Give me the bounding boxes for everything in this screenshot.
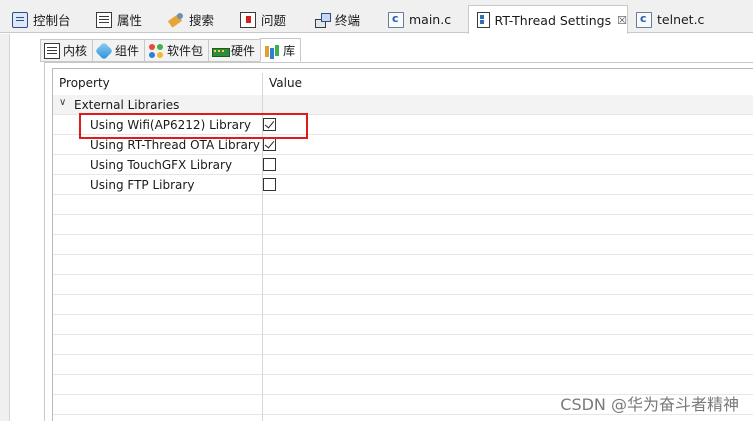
subtab-packages[interactable]: 软件包 (144, 39, 209, 62)
empty-row (53, 215, 753, 235)
row-label: Using FTP Library (90, 178, 195, 192)
chevron-down-icon[interactable]: ∨ (59, 97, 66, 108)
tab-search[interactable]: 搜索 (160, 6, 214, 33)
subtab-components[interactable]: 组件 (92, 39, 145, 62)
tab-label: RT-Thread Settings (494, 12, 612, 28)
group-label: External Libraries (74, 98, 180, 112)
row-label: Using TouchGFX Library (90, 158, 233, 172)
empty-row (53, 255, 753, 275)
c-file-icon (636, 11, 652, 28)
settings-sub-tabs: 内核 组件 软件包 硬件 库 (40, 38, 302, 62)
subtab-label: 硬件 (231, 44, 256, 58)
hardware-icon (212, 43, 231, 59)
empty-row (53, 315, 753, 335)
tab-label: 问题 (261, 13, 287, 28)
console-icon (12, 11, 28, 28)
settings-icon (477, 12, 490, 28)
tab-label: main.c (409, 12, 452, 27)
tab-main-c[interactable]: main.c (380, 6, 451, 33)
tab-problems[interactable]: 问题 (232, 6, 286, 33)
left-gutter (0, 34, 10, 421)
kernel-icon (44, 42, 60, 59)
checkbox-ota-library[interactable] (263, 138, 276, 151)
table-header: Property Value (53, 73, 753, 95)
tab-properties[interactable]: 属性 (88, 6, 142, 33)
properties-icon (96, 11, 112, 28)
tab-console[interactable]: 控制台 (4, 6, 71, 33)
watermark: CSDN @华为奋斗者精神 (560, 395, 739, 414)
checkbox-touchgfx-library[interactable] (263, 158, 276, 171)
subtab-libraries[interactable]: 库 (260, 38, 302, 62)
empty-row (53, 195, 753, 215)
tab-label: 终端 (335, 13, 361, 28)
table-row[interactable]: Using TouchGFX Library (53, 155, 753, 175)
empty-row (53, 275, 753, 295)
header-value: Value (269, 76, 302, 90)
tab-label: 属性 (117, 13, 143, 28)
empty-row (53, 295, 753, 315)
editor-tab-bar: 控制台 属性 搜索 问题 终端 main.c RT-Thread Setting… (0, 0, 753, 34)
c-file-icon (388, 11, 404, 28)
search-icon (168, 12, 184, 28)
component-icon (94, 41, 114, 60)
subtab-hardware[interactable]: 硬件 (208, 39, 261, 62)
close-icon[interactable]: ☒ (617, 14, 627, 27)
subtab-label: 软件包 (167, 44, 204, 58)
problems-icon (240, 11, 256, 28)
subtab-label: 内核 (63, 44, 88, 58)
package-icon (148, 43, 164, 59)
tab-rt-thread-settings[interactable]: RT-Thread Settings ☒ (468, 5, 628, 34)
header-property: Property (59, 76, 110, 90)
tab-telnet-c[interactable]: telnet.c (628, 6, 704, 33)
table-row[interactable]: Using FTP Library (53, 175, 753, 195)
empty-row (53, 355, 753, 375)
empty-row (53, 335, 753, 355)
tab-label: 控制台 (33, 13, 71, 28)
terminal-icon (314, 12, 331, 28)
checkbox-ftp-library[interactable] (263, 178, 276, 191)
row-label: Using RT-Thread OTA Library (90, 138, 260, 152)
tab-label: 搜索 (189, 13, 215, 28)
group-external-libraries[interactable]: ∨ External Libraries (53, 95, 753, 115)
empty-row (53, 235, 753, 255)
library-icon (264, 42, 280, 58)
subtab-label: 库 (283, 43, 296, 58)
tab-label: telnet.c (657, 12, 705, 27)
highlight-annotation (79, 113, 308, 139)
subtab-kernel[interactable]: 内核 (40, 39, 93, 62)
tab-terminal[interactable]: 终端 (306, 6, 360, 33)
subtab-label: 组件 (115, 44, 140, 58)
